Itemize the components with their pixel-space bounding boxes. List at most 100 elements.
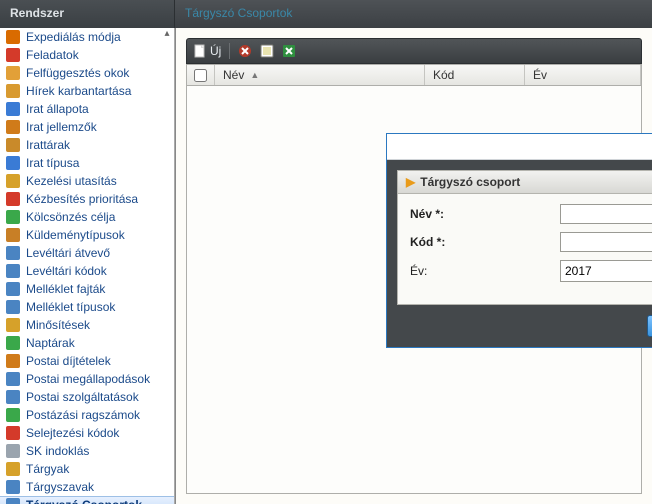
sidebar-item-1[interactable]: Feladatok: [0, 46, 174, 64]
sidebar-item-18[interactable]: Postai díjtételek: [0, 352, 174, 370]
sidebar-item-icon: [6, 264, 20, 278]
sidebar-item-icon: [6, 30, 20, 44]
sidebar-item-23[interactable]: SK indoklás: [0, 442, 174, 460]
sidebar-item-icon: [6, 390, 20, 404]
sidebar-item-icon: [6, 66, 20, 80]
sidebar-item-8[interactable]: Kezelési utasítás: [0, 172, 174, 190]
ev-select[interactable]: 2017: [560, 260, 652, 282]
grid-header: Név▲ Kód Év: [186, 64, 642, 86]
sidebar-item-label: Tárgyszavak: [26, 480, 94, 494]
nev-input[interactable]: [560, 204, 652, 224]
sidebar-item-icon: [6, 426, 20, 440]
sidebar-item-12[interactable]: Levéltári átvevő: [0, 244, 174, 262]
sidebar-item-26[interactable]: Tárgyszó Csoportok: [0, 496, 174, 504]
header-page-title: Tárgyszó Csoportok: [175, 0, 652, 28]
sidebar-item-17[interactable]: Naptárak: [0, 334, 174, 352]
sidebar-item-icon: [6, 444, 20, 458]
sidebar-item-icon: [6, 300, 20, 314]
sidebar-item-icon: [6, 480, 20, 494]
sidebar-item-label: Irat jellemzők: [26, 120, 97, 134]
select-all-checkbox[interactable]: [194, 69, 207, 82]
sidebar[interactable]: ▴ Expediálás módja Feladatok Felfüggesztés…: [0, 28, 175, 504]
sidebar-item-label: Naptárak: [26, 336, 75, 350]
file-icon: [193, 44, 207, 58]
sidebar-item-icon: [6, 228, 20, 242]
sidebar-item-label: Levéltári kódok: [26, 264, 107, 278]
ok-button[interactable]: Rendben: [647, 315, 652, 337]
new-button[interactable]: Új: [193, 44, 221, 58]
sidebar-item-label: Feladatok: [26, 48, 79, 62]
sidebar-item-11[interactable]: Küldeménytípusok: [0, 226, 174, 244]
column-name[interactable]: Név▲: [215, 65, 425, 85]
export-xls-icon[interactable]: [282, 44, 296, 58]
column-ev[interactable]: Év: [525, 65, 641, 85]
sidebar-item-6[interactable]: Irattárak: [0, 136, 174, 154]
sidebar-item-label: Selejtezési kódok: [26, 426, 119, 440]
sidebar-item-label: Kölcsönzés célja: [26, 210, 115, 224]
panel-body: Név *: Kód *: Év: 2017: [397, 194, 652, 305]
sidebar-item-2[interactable]: Felfüggesztés okok: [0, 64, 174, 82]
export-doc-icon[interactable]: [260, 44, 274, 58]
sidebar-item-icon: [6, 336, 20, 350]
sidebar-item-icon: [6, 318, 20, 332]
sidebar-item-25[interactable]: Tárgyszavak: [0, 478, 174, 496]
sidebar-item-icon: [6, 120, 20, 134]
sidebar-item-icon: [6, 246, 20, 260]
sidebar-item-10[interactable]: Kölcsönzés célja: [0, 208, 174, 226]
sidebar-item-4[interactable]: Irat állapota: [0, 100, 174, 118]
sidebar-item-icon: [6, 498, 20, 504]
new-button-label: Új: [210, 44, 221, 58]
sidebar-item-19[interactable]: Postai megállapodások: [0, 370, 174, 388]
sidebar-item-icon: [6, 354, 20, 368]
kod-label: Kód *:: [410, 235, 560, 249]
ev-label: Év:: [410, 264, 560, 278]
sidebar-item-icon: [6, 138, 20, 152]
sidebar-item-label: Postai megállapodások: [26, 372, 150, 386]
sidebar-item-24[interactable]: Tárgyak: [0, 460, 174, 478]
sidebar-item-icon: [6, 210, 20, 224]
sidebar-item-16[interactable]: Minősítések: [0, 316, 174, 334]
sidebar-item-3[interactable]: Hírek karbantartása: [0, 82, 174, 100]
panel-header: ▶ Tárgyszó csoport: [397, 170, 652, 194]
arrow-right-icon: ▶: [406, 175, 415, 189]
sidebar-item-14[interactable]: Melléklet fajták: [0, 280, 174, 298]
kod-input[interactable]: [560, 232, 652, 252]
sidebar-item-icon: [6, 102, 20, 116]
sidebar-item-9[interactable]: Kézbesítés prioritása: [0, 190, 174, 208]
sidebar-item-icon: [6, 174, 20, 188]
sidebar-item-label: Postázási ragszámok: [26, 408, 140, 422]
sidebar-item-22[interactable]: Selejtezési kódok: [0, 424, 174, 442]
sidebar-item-icon: [6, 156, 20, 170]
dialog-title: Tárgyszó csoport: [420, 175, 520, 189]
sidebar-item-label: Kézbesítés prioritása: [26, 192, 138, 206]
dialog: — ☐ ✕ ▶ Tárgyszó csoport Név *: Kód *: É…: [386, 133, 652, 348]
sidebar-item-0[interactable]: Expediálás módja: [0, 28, 174, 46]
sidebar-item-13[interactable]: Levéltári kódok: [0, 262, 174, 280]
sidebar-item-7[interactable]: Irat típusa: [0, 154, 174, 172]
sidebar-item-label: Minősítések: [26, 318, 90, 332]
toolbar: Új: [186, 38, 642, 64]
sidebar-item-icon: [6, 282, 20, 296]
checkbox-all[interactable]: [187, 65, 215, 85]
sidebar-item-label: Levéltári átvevő: [26, 246, 110, 260]
sidebar-item-label: Irat típusa: [26, 156, 79, 170]
sidebar-item-21[interactable]: Postázási ragszámok: [0, 406, 174, 424]
delete-icon[interactable]: [238, 44, 252, 58]
sidebar-item-icon: [6, 84, 20, 98]
sidebar-item-icon: [6, 192, 20, 206]
sidebar-item-icon: [6, 408, 20, 422]
sidebar-item-label: Küldeménytípusok: [26, 228, 125, 242]
column-kod[interactable]: Kód: [425, 65, 525, 85]
sidebar-item-label: Hírek karbantartása: [26, 84, 131, 98]
sidebar-item-label: SK indoklás: [26, 444, 89, 458]
sidebar-item-20[interactable]: Postai szolgáltatások: [0, 388, 174, 406]
app-header: Rendszer Tárgyszó Csoportok: [0, 0, 652, 28]
sidebar-item-15[interactable]: Melléklet típusok: [0, 298, 174, 316]
sidebar-item-label: Tárgyak: [26, 462, 69, 476]
dialog-titlebar[interactable]: — ☐ ✕: [387, 134, 652, 160]
sidebar-item-5[interactable]: Irat jellemzők: [0, 118, 174, 136]
header-module-title: Rendszer: [0, 0, 175, 28]
sidebar-item-label: Tárgyszó Csoportok: [26, 498, 142, 504]
sidebar-item-icon: [6, 372, 20, 386]
scroll-up-icon[interactable]: ▴: [160, 28, 174, 42]
